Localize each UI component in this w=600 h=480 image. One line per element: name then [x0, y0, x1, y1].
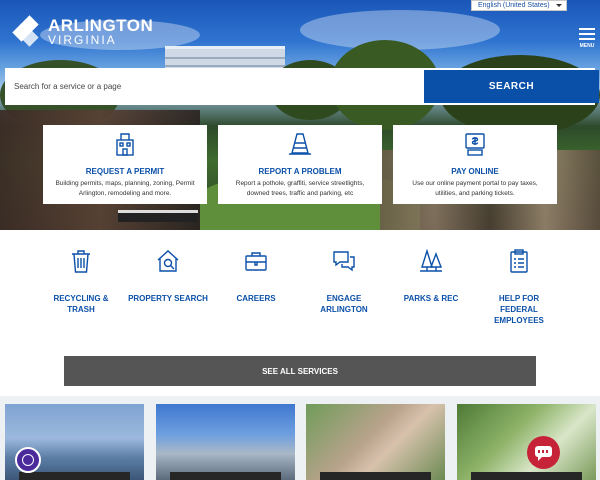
- card-request-permit[interactable]: REQUEST A PERMIT Building permits, maps,…: [43, 125, 207, 204]
- service-label: CAREERS: [236, 294, 276, 303]
- see-all-services-button[interactable]: SEE ALL SERVICES: [64, 356, 536, 386]
- tile-caption-bar: [471, 472, 582, 480]
- briefcase-icon: [245, 252, 267, 271]
- site-logo[interactable]: ARLINGTON VIRGINIA: [12, 15, 154, 47]
- tile-caption-bar: [170, 472, 281, 480]
- service-federal-employees[interactable]: HELP FOR FEDERAL EMPLOYEES: [479, 248, 559, 326]
- house-search-icon: [157, 250, 179, 272]
- language-select[interactable]: English (United States): [471, 0, 567, 11]
- card-title: PAY ONLINE: [451, 167, 499, 176]
- hamburger-icon: [579, 28, 595, 30]
- card-pay-online[interactable]: PAY ONLINE Use our online payment portal…: [393, 125, 557, 204]
- service-label: RECYCLING & TRASH: [53, 294, 109, 314]
- featured-tile-3[interactable]: [306, 404, 445, 480]
- featured-tile-2[interactable]: [156, 404, 295, 480]
- service-label: ENGAGE ARLINGTON: [320, 294, 368, 314]
- search-bar: SEARCH: [5, 68, 599, 105]
- accessibility-icon: [22, 454, 34, 466]
- menu-label: MENU: [579, 43, 595, 49]
- card-description: Report a pothole, graffiti, service stre…: [235, 180, 365, 197]
- chat-button[interactable]: [527, 436, 560, 469]
- service-engage-arlington[interactable]: ENGAGE ARLINGTON: [304, 248, 384, 315]
- service-recycling-trash[interactable]: RECYCLING & TRASH: [41, 248, 121, 315]
- logo-name: ARLINGTON: [48, 16, 154, 35]
- page: ARLINGTON VIRGINIA English (United State…: [0, 0, 600, 480]
- accessibility-button[interactable]: [15, 447, 41, 473]
- chevron-down-icon: [556, 4, 562, 7]
- search-input[interactable]: [5, 68, 418, 105]
- card-report-problem[interactable]: REPORT A PROBLEM Report a pothole, graff…: [218, 125, 382, 204]
- arlington-logo-icon: [12, 15, 42, 47]
- tile-caption-bar: [19, 472, 130, 480]
- tile-caption-bar: [320, 472, 431, 480]
- trash-can-icon: [72, 250, 90, 273]
- service-careers[interactable]: CAREERS: [216, 248, 296, 304]
- trees-icon: [420, 248, 443, 272]
- hero-keyboard: [118, 210, 198, 222]
- service-property-search[interactable]: PROPERTY SEARCH: [128, 248, 208, 304]
- language-select-value: English (United States): [478, 2, 550, 9]
- search-button[interactable]: SEARCH: [424, 70, 599, 103]
- service-parks-rec[interactable]: PARKS & REC: [391, 248, 471, 304]
- clipboard-icon: [510, 249, 528, 273]
- card-title: REQUEST A PERMIT: [85, 167, 165, 176]
- featured-tile-4[interactable]: [457, 404, 596, 480]
- menu-button[interactable]: MENU: [577, 28, 597, 49]
- card-description: Building permits, maps, planning, zoning…: [55, 180, 195, 197]
- logo-subtitle: VIRGINIA: [48, 33, 117, 47]
- traffic-cone-icon: [289, 133, 311, 155]
- card-title: REPORT A PROBLEM: [258, 167, 342, 176]
- building-permit-icon: [116, 133, 134, 156]
- service-label: PARKS & REC: [403, 294, 459, 303]
- service-label: PROPERTY SEARCH: [128, 294, 208, 303]
- card-description: Use our online payment portal to pay tax…: [412, 180, 538, 197]
- chat-bubbles-icon: [333, 251, 355, 272]
- service-label: HELP FOR FEDERAL EMPLOYEES: [494, 294, 544, 325]
- payment-terminal-icon: [465, 133, 485, 156]
